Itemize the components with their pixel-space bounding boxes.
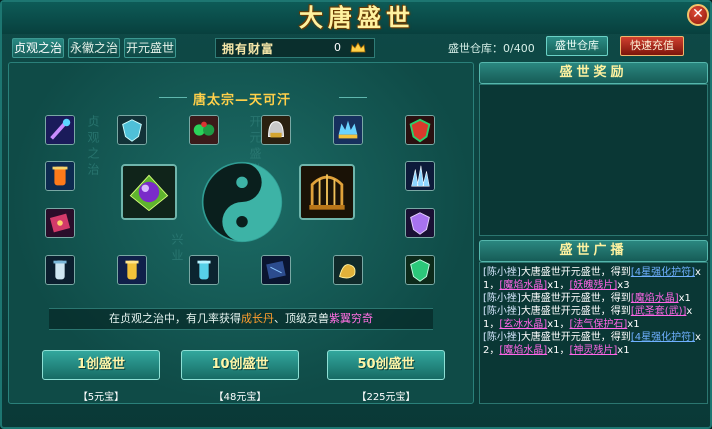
- broadcast-item-qty: x1，: [547, 319, 570, 330]
- broadcast-item-link[interactable]: [魔焰水晶]: [631, 293, 679, 304]
- window-title: 大唐盛世: [299, 3, 415, 32]
- broadcast-row: [陈小挫]大唐盛世开元盛世，得到[4星强化护符]x1，[魔焰水晶]x1，[妖魄残…: [483, 266, 704, 292]
- broadcast-item-link[interactable]: [武圣套(武)]: [631, 306, 687, 317]
- drop-info-sep: 、顶级灵兽: [274, 312, 329, 325]
- broadcast-text: 大唐盛世开元盛世，得到: [520, 293, 631, 304]
- title-ornament-right: [339, 97, 367, 98]
- recharge-button[interactable]: 快速充值: [620, 36, 684, 56]
- draw-10-button[interactable]: 10创盛世: [181, 350, 299, 380]
- silver-helmet-icon[interactable]: [261, 115, 291, 145]
- wealth-value: 0: [334, 41, 341, 54]
- broadcast-item-link[interactable]: [玄冰水晶]: [499, 319, 547, 330]
- broadcast-item-link[interactable]: [妖魄残片]: [569, 280, 617, 291]
- draw-10-price: 【48元宝】: [213, 392, 267, 403]
- ice-scroll-icon[interactable]: [45, 255, 75, 285]
- broadcast-list: [陈小挫]大唐盛世开元盛世，得到[4星强化护符]x1，[魔焰水晶]x1，[妖魄残…: [483, 266, 704, 357]
- broadcast-player[interactable]: [陈小挫]: [483, 306, 521, 317]
- draw-50-price: 【225元宝】: [356, 392, 416, 403]
- broadcast-text: 大唐盛世开元盛世，得到: [520, 267, 631, 278]
- close-icon[interactable]: ✕: [687, 4, 709, 26]
- broadcast-box: [陈小挫]大唐盛世开元盛世，得到[4星强化护符]x1，[魔焰水晶]x1，[妖魄残…: [479, 262, 708, 404]
- ice-crystal-icon[interactable]: [405, 161, 435, 191]
- tab-kaiyuan[interactable]: 开元盛世: [124, 38, 176, 58]
- yin-yang-icon: [201, 161, 283, 243]
- broadcast-player[interactable]: [陈小挫]: [483, 267, 521, 278]
- broadcast-item-link[interactable]: [魔焰水晶]: [499, 345, 547, 356]
- wealth-bar: 拥有财富 0: [215, 38, 375, 58]
- broadcast-item-qty: x1，: [547, 280, 570, 291]
- broadcast-item-link[interactable]: [法气保护石]: [569, 319, 627, 330]
- broadcast-item-qty: x3: [617, 280, 630, 291]
- broadcast-item-qty: x1: [627, 319, 640, 330]
- draw-panel: 唐太宗—天可汗 贞观之治 开元盛世 兴业 在贞观之治中，有几率获得成长丹、顶级灵…: [8, 62, 474, 404]
- wealth-label: 拥有财富: [222, 42, 275, 56]
- game-window: 大唐盛世 ✕ 贞观之治 永徽之治 开元盛世 拥有财富 0 盛世仓库：0/400 …: [0, 0, 712, 429]
- watermark-left: 贞观之治: [86, 115, 100, 179]
- gold-dragon-icon[interactable]: [333, 255, 363, 285]
- draw-50-button[interactable]: 50创盛世: [327, 350, 445, 380]
- broadcast-header: 盛世广播: [479, 240, 708, 262]
- broadcast-item-link[interactable]: [4星强化护符]: [631, 267, 695, 278]
- rewards-box: [479, 84, 708, 236]
- blue-scroll-icon[interactable]: [189, 255, 219, 285]
- broadcast-item-qty: x1，: [547, 345, 570, 356]
- green-gems-icon[interactable]: [189, 115, 219, 145]
- broadcast-item-link[interactable]: [4星强化护符]: [631, 332, 695, 343]
- broadcast-text: 大唐盛世开元盛世，得到: [520, 306, 631, 317]
- broadcast-player[interactable]: [陈小挫]: [483, 293, 521, 304]
- purple-staff-icon[interactable]: [45, 115, 75, 145]
- side-panel: 盛世奖励 盛世广播 [陈小挫]大唐盛世开元盛世，得到[4星强化护符]x1，[魔焰…: [479, 62, 708, 404]
- storage-button[interactable]: 盛世仓库: [546, 36, 608, 56]
- drop-info: 在贞观之治中，有几率获得成长丹、顶级灵兽紫翼穷奇: [49, 308, 433, 330]
- gold-scroll-icon[interactable]: [117, 255, 147, 285]
- crown-icon: [350, 42, 366, 53]
- purple-shield-icon[interactable]: [405, 208, 435, 238]
- broadcast-item-link[interactable]: [神灵残片]: [569, 345, 617, 356]
- drop-item-growth-pill: 成长丹: [241, 312, 274, 325]
- draw-1-button[interactable]: 1创盛世: [42, 350, 160, 380]
- blue-shield-icon[interactable]: [117, 115, 147, 145]
- broadcast-row: [陈小挫]大唐盛世开元盛世，得到[4星强化护符]x2，[魔焰水晶]x1，[神灵残…: [483, 331, 704, 357]
- broadcast-text: 大唐盛世开元盛世，得到: [520, 332, 631, 343]
- red-shield-icon[interactable]: [405, 115, 435, 145]
- ice-crown-icon[interactable]: [333, 115, 363, 145]
- broadcast-item-qty: x1: [678, 293, 691, 304]
- rewards-header: 盛世奖励: [479, 62, 708, 84]
- tab-zhenguan[interactable]: 贞观之治: [12, 38, 64, 58]
- dark-book-icon[interactable]: [261, 255, 291, 285]
- drop-info-prefix: 在贞观之治中，有几率获得: [109, 312, 241, 325]
- ruler-title: 唐太宗—天可汗: [192, 93, 291, 108]
- broadcast-row: [陈小挫]大唐盛世开元盛世，得到[魔焰水晶]x1: [483, 292, 704, 305]
- golden-cage-icon[interactable]: [299, 164, 355, 220]
- emerald-shield-icon[interactable]: [405, 255, 435, 285]
- broadcast-row: [陈小挫]大唐盛世开元盛世，得到[武圣套(武)]x1，[玄冰水晶]x1，[法气保…: [483, 305, 704, 331]
- broadcast-item-link[interactable]: [魔焰水晶]: [499, 280, 547, 291]
- broadcast-item-qty: x1: [617, 345, 630, 356]
- watermark-bottom: 兴业: [170, 233, 184, 265]
- title-bar: 大唐盛世: [2, 2, 710, 34]
- drop-item-pet: 紫翼穷奇: [329, 312, 373, 325]
- purple-orb-icon[interactable]: [121, 164, 177, 220]
- red-book-icon[interactable]: [45, 208, 75, 238]
- broadcast-player[interactable]: [陈小挫]: [483, 332, 521, 343]
- tab-yonghui[interactable]: 永徽之治: [68, 38, 120, 58]
- draw-1-price: 【5元宝】: [77, 392, 125, 403]
- storage-count: 盛世仓库：0/400: [448, 42, 535, 55]
- fire-scroll-icon[interactable]: [45, 161, 75, 191]
